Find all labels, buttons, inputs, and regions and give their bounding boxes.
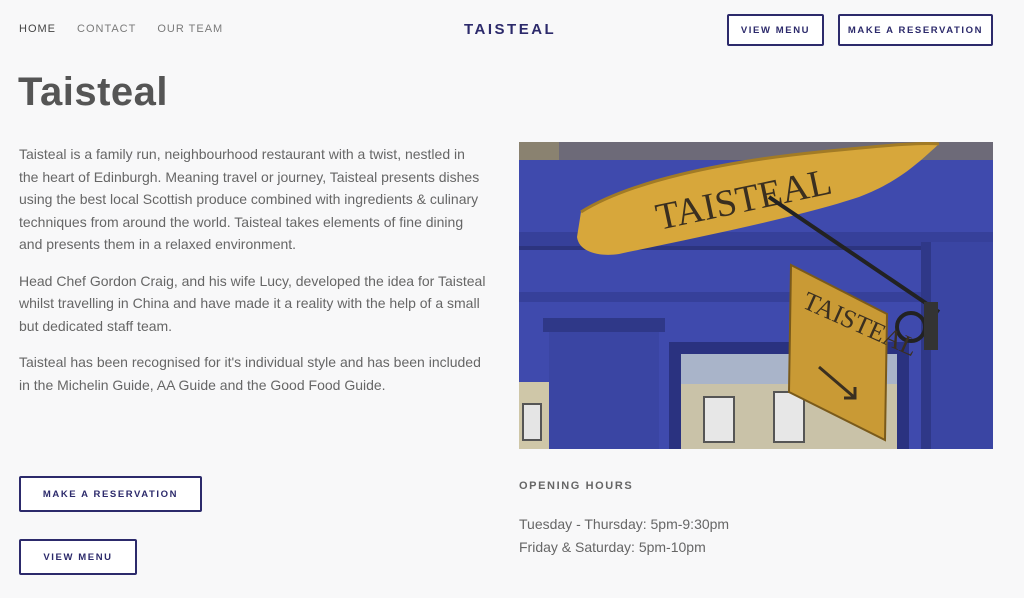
intro-paragraph: Taisteal is a family run, neighbourhood … xyxy=(19,146,480,252)
page-title: Taisteal xyxy=(18,70,168,114)
main-nav: HOME CONTACT OUR TEAM xyxy=(19,23,223,35)
intro-text: Taisteal is a family run, neighbourhood … xyxy=(19,143,487,410)
site-logo[interactable]: TAISTEAL xyxy=(464,21,556,38)
restaurant-facade-photo: TAISTEAL TAISTEAL xyxy=(519,142,993,449)
header-reservation-button[interactable]: MAKE A RESERVATION xyxy=(838,14,993,46)
opening-hours-heading: OPENING HOURS xyxy=(519,480,634,492)
nav-home-link[interactable]: HOME xyxy=(19,23,56,35)
nav-contact-link[interactable]: CONTACT xyxy=(77,23,136,35)
opening-hours-list: Tuesday - Thursday: 5pm-9:30pm Friday & … xyxy=(519,513,729,559)
view-menu-button[interactable]: VIEW MENU xyxy=(19,539,137,575)
opening-hours-line: Tuesday - Thursday: 5pm-9:30pm xyxy=(519,516,730,532)
opening-hours-line: Friday & Saturday: 5pm-10pm xyxy=(519,539,706,555)
intro-paragraph: Head Chef Gordon Craig, and his wife Luc… xyxy=(19,272,486,334)
intro-paragraph: Taisteal has been recognised for it's in… xyxy=(19,354,481,393)
header-view-menu-button[interactable]: VIEW MENU xyxy=(727,14,824,46)
nav-our-team-link[interactable]: OUR TEAM xyxy=(157,23,223,35)
facade-illustration: TAISTEAL TAISTEAL xyxy=(519,142,993,449)
reservation-button[interactable]: MAKE A RESERVATION xyxy=(19,476,202,512)
